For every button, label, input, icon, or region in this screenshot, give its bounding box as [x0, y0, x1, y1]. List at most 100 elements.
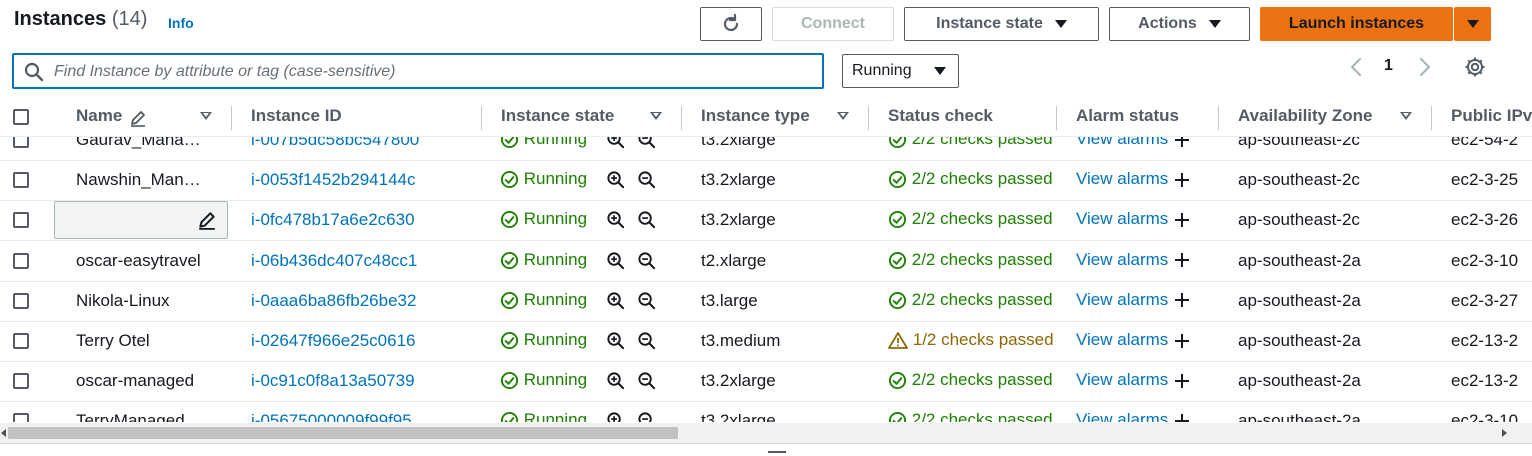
view-alarms-link[interactable]: View alarms	[1076, 410, 1168, 422]
column-divider[interactable]	[1056, 106, 1057, 130]
instance-id-link[interactable]: i-0c91c0f8a13a50739	[251, 371, 415, 391]
plus-icon[interactable]	[1173, 332, 1191, 350]
zoom-in-button[interactable]	[606, 251, 625, 275]
plus-icon[interactable]	[1173, 171, 1191, 189]
next-page-icon[interactable]	[1417, 57, 1433, 77]
zoom-out-icon[interactable]	[637, 411, 656, 422]
plus-icon[interactable]	[1173, 251, 1191, 269]
scroll-right-icon[interactable]	[1502, 429, 1507, 437]
zoom-in-icon[interactable]	[606, 371, 625, 390]
plus-icon[interactable]	[1173, 412, 1191, 422]
column-header-alarm-status[interactable]: Alarm status	[1076, 106, 1179, 126]
column-header-instance-type[interactable]: Instance type	[701, 106, 810, 126]
plus-icon[interactable]	[1173, 291, 1191, 309]
launch-instances-button[interactable]: Launch instances	[1260, 7, 1453, 41]
connect-button[interactable]: Connect	[772, 7, 894, 41]
row-checkbox[interactable]	[13, 413, 29, 422]
info-link[interactable]: Info	[168, 15, 194, 31]
zoom-in-button[interactable]	[606, 371, 625, 395]
row-checkbox[interactable]	[13, 373, 29, 390]
instance-id-link[interactable]: i-05675000009f99f95	[251, 411, 412, 422]
zoom-in-icon[interactable]	[606, 251, 625, 270]
table-row[interactable]: oscar-easytravel i-06b436dc407c48cc1 Runn…	[0, 241, 1532, 282]
column-header-instance-state[interactable]: Instance state	[501, 106, 614, 126]
view-alarms-link[interactable]: View alarms	[1076, 250, 1168, 269]
column-divider[interactable]	[231, 106, 232, 130]
zoom-in-icon[interactable]	[606, 331, 625, 350]
column-divider[interactable]	[481, 106, 482, 130]
zoom-out-icon[interactable]	[637, 170, 656, 189]
scrollbar-thumb[interactable]	[8, 427, 678, 439]
pencil-icon[interactable]	[197, 210, 217, 231]
sort-icon[interactable]	[1400, 112, 1412, 120]
refresh-button[interactable]	[700, 7, 762, 41]
table-row[interactable]: Terry Otel i-02647f966e25c0616 Running t3.…	[0, 321, 1532, 362]
scroll-left-icon[interactable]	[1, 429, 6, 437]
column-divider[interactable]	[681, 106, 682, 130]
view-alarms-link[interactable]: View alarms	[1076, 330, 1168, 349]
zoom-in-button[interactable]	[606, 170, 625, 194]
instance-state-dropdown[interactable]: Instance state	[904, 7, 1099, 41]
row-checkbox[interactable]	[13, 212, 29, 229]
plus-icon[interactable]	[1173, 211, 1191, 229]
zoom-out-button[interactable]	[637, 331, 656, 355]
row-checkbox[interactable]	[13, 333, 29, 349]
page-number[interactable]: 1	[1384, 57, 1393, 75]
state-filter-select[interactable]: Running	[842, 54, 959, 88]
zoom-out-icon[interactable]	[637, 331, 656, 350]
row-checkbox[interactable]	[13, 252, 29, 269]
zoom-out-icon[interactable]	[637, 210, 656, 229]
plus-icon[interactable]	[1173, 372, 1191, 390]
sort-icon[interactable]	[200, 112, 212, 120]
row-checkbox[interactable]	[13, 172, 29, 189]
column-divider[interactable]	[868, 106, 869, 130]
zoom-out-icon[interactable]	[637, 371, 656, 390]
zoom-in-icon[interactable]	[606, 291, 625, 310]
name-edit-field[interactable]	[54, 201, 228, 240]
launch-options-button[interactable]	[1454, 7, 1491, 41]
zoom-out-icon[interactable]	[637, 291, 656, 310]
instance-id-link[interactable]: i-02647f966e25c0616	[251, 331, 415, 351]
zoom-out-button[interactable]	[637, 210, 656, 234]
table-row[interactable]: i-0fc478b17a6e2c630 Running t3.2xlarge 2/…	[0, 200, 1532, 242]
column-divider[interactable]	[1431, 106, 1432, 130]
column-divider[interactable]	[1218, 106, 1219, 130]
view-alarms-link[interactable]: View alarms	[1076, 290, 1168, 309]
actions-dropdown[interactable]: Actions	[1109, 7, 1250, 41]
row-checkbox[interactable]	[13, 292, 29, 309]
view-alarms-link[interactable]: View alarms	[1076, 209, 1168, 228]
instance-id-link[interactable]: i-0aaa6ba86fb26be32	[251, 291, 416, 311]
zoom-in-icon[interactable]	[606, 411, 625, 422]
column-header-instance-id[interactable]: Instance ID	[251, 106, 342, 126]
zoom-in-button[interactable]	[606, 210, 625, 234]
instance-id-link[interactable]: i-0053f1452b294144c	[251, 170, 415, 190]
zoom-out-button[interactable]	[637, 411, 656, 422]
table-row[interactable]: Nawshin_Man… i-0053f1452b294144c Running t…	[0, 160, 1532, 202]
zoom-out-button[interactable]	[637, 371, 656, 395]
zoom-in-icon[interactable]	[606, 210, 625, 229]
column-header-public-dns[interactable]: Public IPv4 DNS	[1451, 106, 1532, 126]
view-alarms-link[interactable]: View alarms	[1076, 169, 1168, 188]
search-box[interactable]	[12, 53, 824, 89]
zoom-out-button[interactable]	[637, 170, 656, 194]
zoom-out-icon[interactable]	[637, 251, 656, 270]
instance-id-link[interactable]: i-06b436dc407c48cc1	[251, 251, 417, 271]
gear-icon[interactable]	[1463, 55, 1487, 79]
resize-handle[interactable]	[768, 451, 786, 453]
sort-icon[interactable]	[650, 112, 662, 120]
zoom-in-icon[interactable]	[606, 170, 625, 189]
table-row[interactable]: oscar-managed i-0c91c0f8a13a50739 Running…	[0, 361, 1532, 403]
previous-page-icon[interactable]	[1348, 57, 1364, 77]
column-header-status-check[interactable]: Status check	[888, 106, 993, 126]
zoom-in-button[interactable]	[606, 411, 625, 422]
sort-icon[interactable]	[837, 112, 849, 120]
zoom-out-button[interactable]	[637, 251, 656, 275]
view-alarms-link[interactable]: View alarms	[1076, 370, 1168, 389]
select-all-checkbox[interactable]	[13, 109, 29, 125]
zoom-out-button[interactable]	[637, 291, 656, 315]
column-header-name[interactable]: Name	[76, 106, 122, 126]
zoom-in-button[interactable]	[606, 331, 625, 355]
instance-id-link[interactable]: i-0fc478b17a6e2c630	[251, 210, 415, 230]
column-header-availability-zone[interactable]: Availability Zone	[1238, 106, 1372, 126]
zoom-in-button[interactable]	[606, 291, 625, 315]
